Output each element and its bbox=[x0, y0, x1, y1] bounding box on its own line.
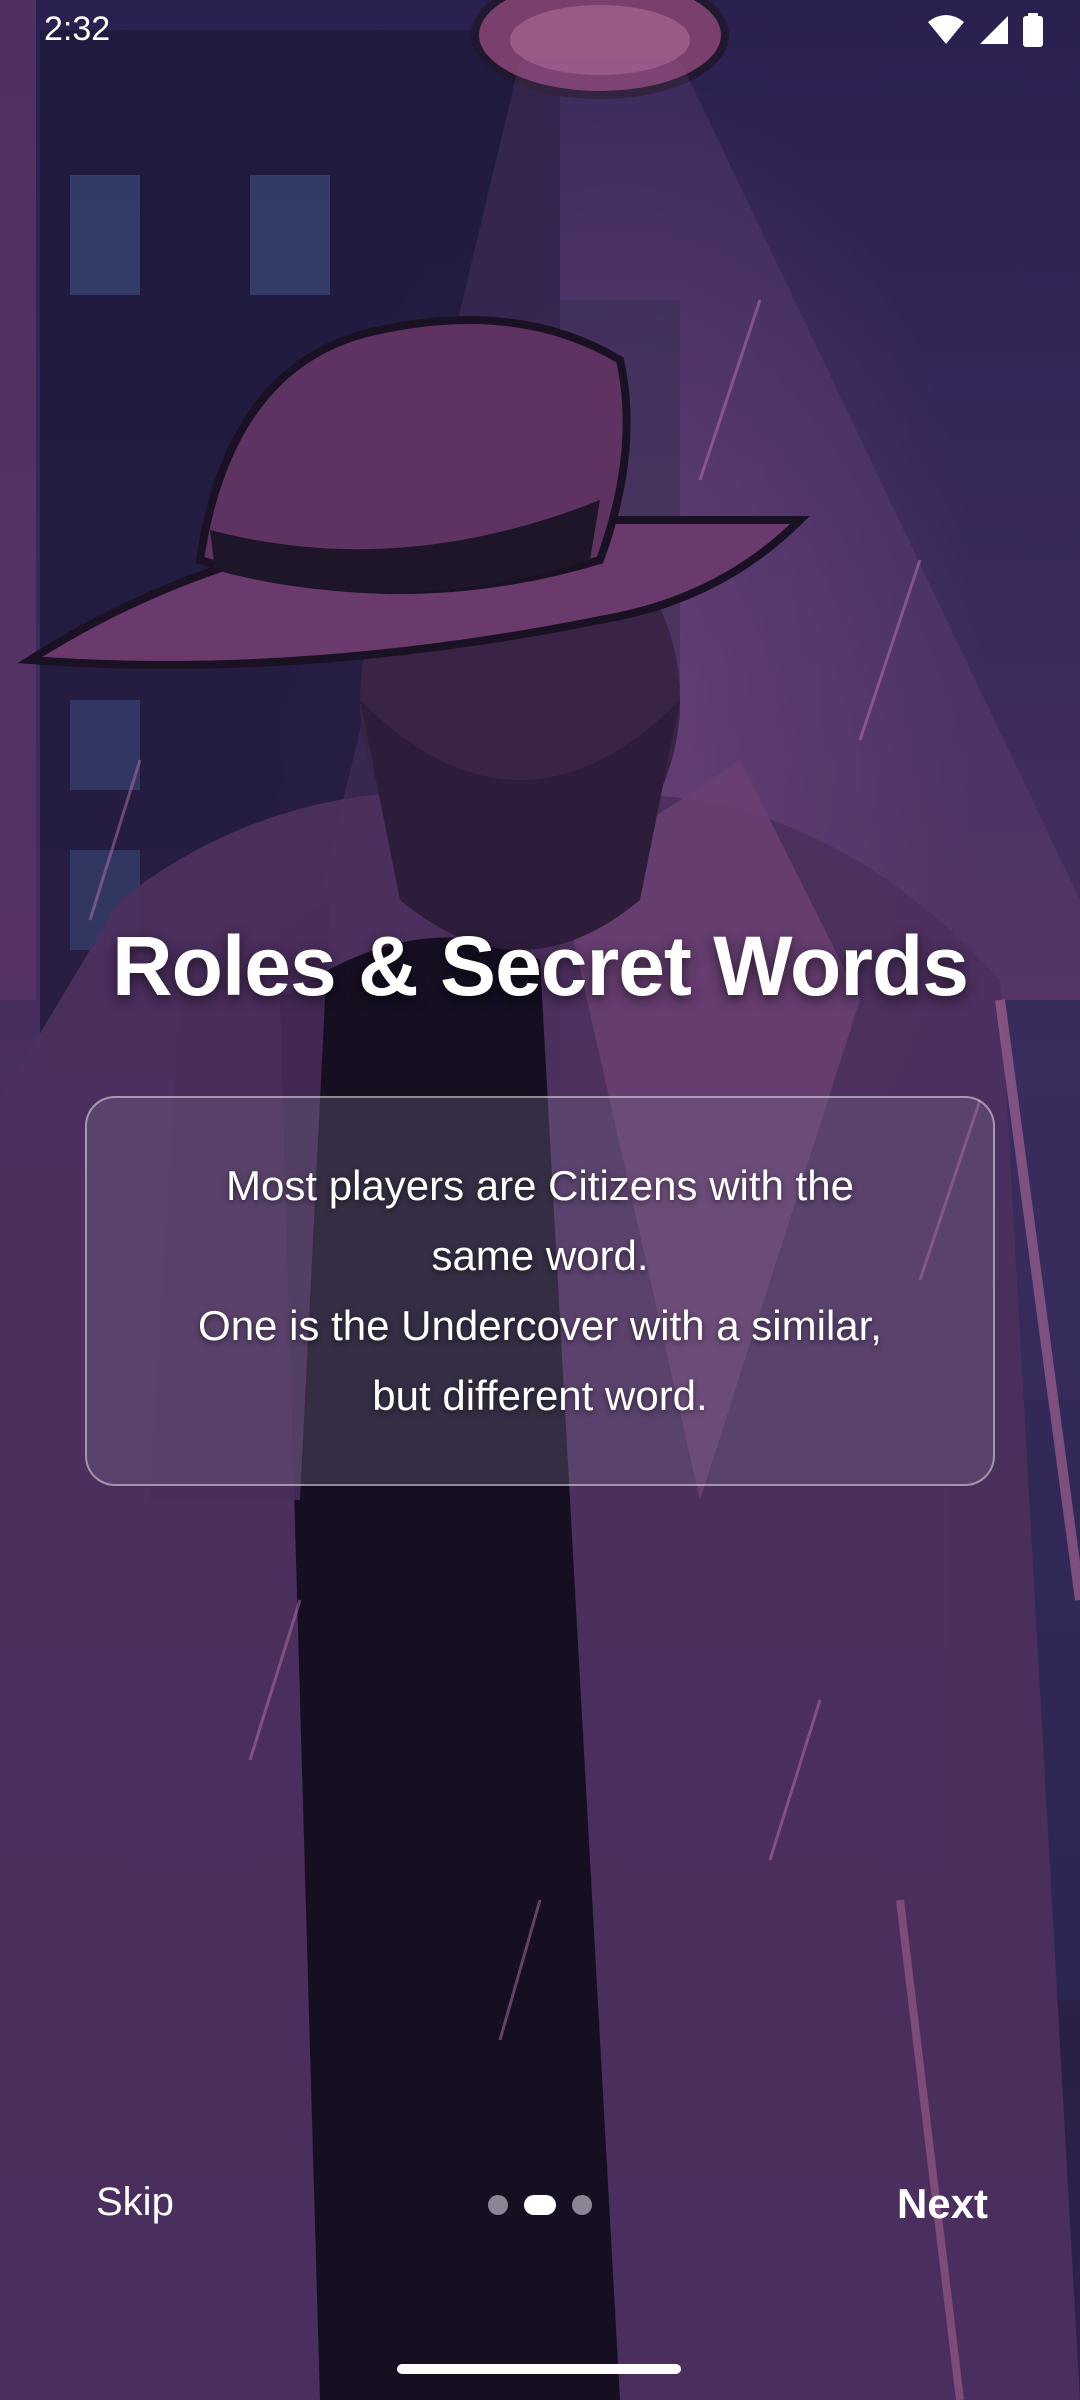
status-time: 2:32 bbox=[44, 10, 111, 48]
skip-button[interactable]: Skip bbox=[96, 2180, 174, 2225]
status-bar: 2:32 bbox=[0, 0, 1080, 64]
description-line: One is the Undercover with a similar, bbox=[198, 1302, 882, 1349]
description-line: but different word. bbox=[372, 1372, 708, 1419]
page-dot-3[interactable] bbox=[572, 2195, 592, 2215]
onboarding-screen: 2:32 Roles & Secret Words Most players a… bbox=[0, 0, 1080, 2400]
status-icons bbox=[926, 12, 1044, 52]
page-indicator[interactable] bbox=[470, 2194, 610, 2216]
description-line: same word. bbox=[431, 1232, 649, 1279]
page-dot-1[interactable] bbox=[488, 2195, 508, 2215]
battery-icon bbox=[1022, 12, 1044, 52]
signal-icon bbox=[978, 14, 1010, 51]
wifi-icon bbox=[926, 14, 966, 51]
page-dot-2-active[interactable] bbox=[524, 2195, 556, 2215]
home-indicator[interactable] bbox=[397, 2364, 681, 2374]
next-button[interactable]: Next bbox=[897, 2180, 988, 2228]
description-line: Most players are Citizens with the bbox=[226, 1162, 854, 1209]
page-title: Roles & Secret Words bbox=[111, 919, 969, 1013]
description-card: Most players are Citizens with the same … bbox=[85, 1096, 995, 1486]
